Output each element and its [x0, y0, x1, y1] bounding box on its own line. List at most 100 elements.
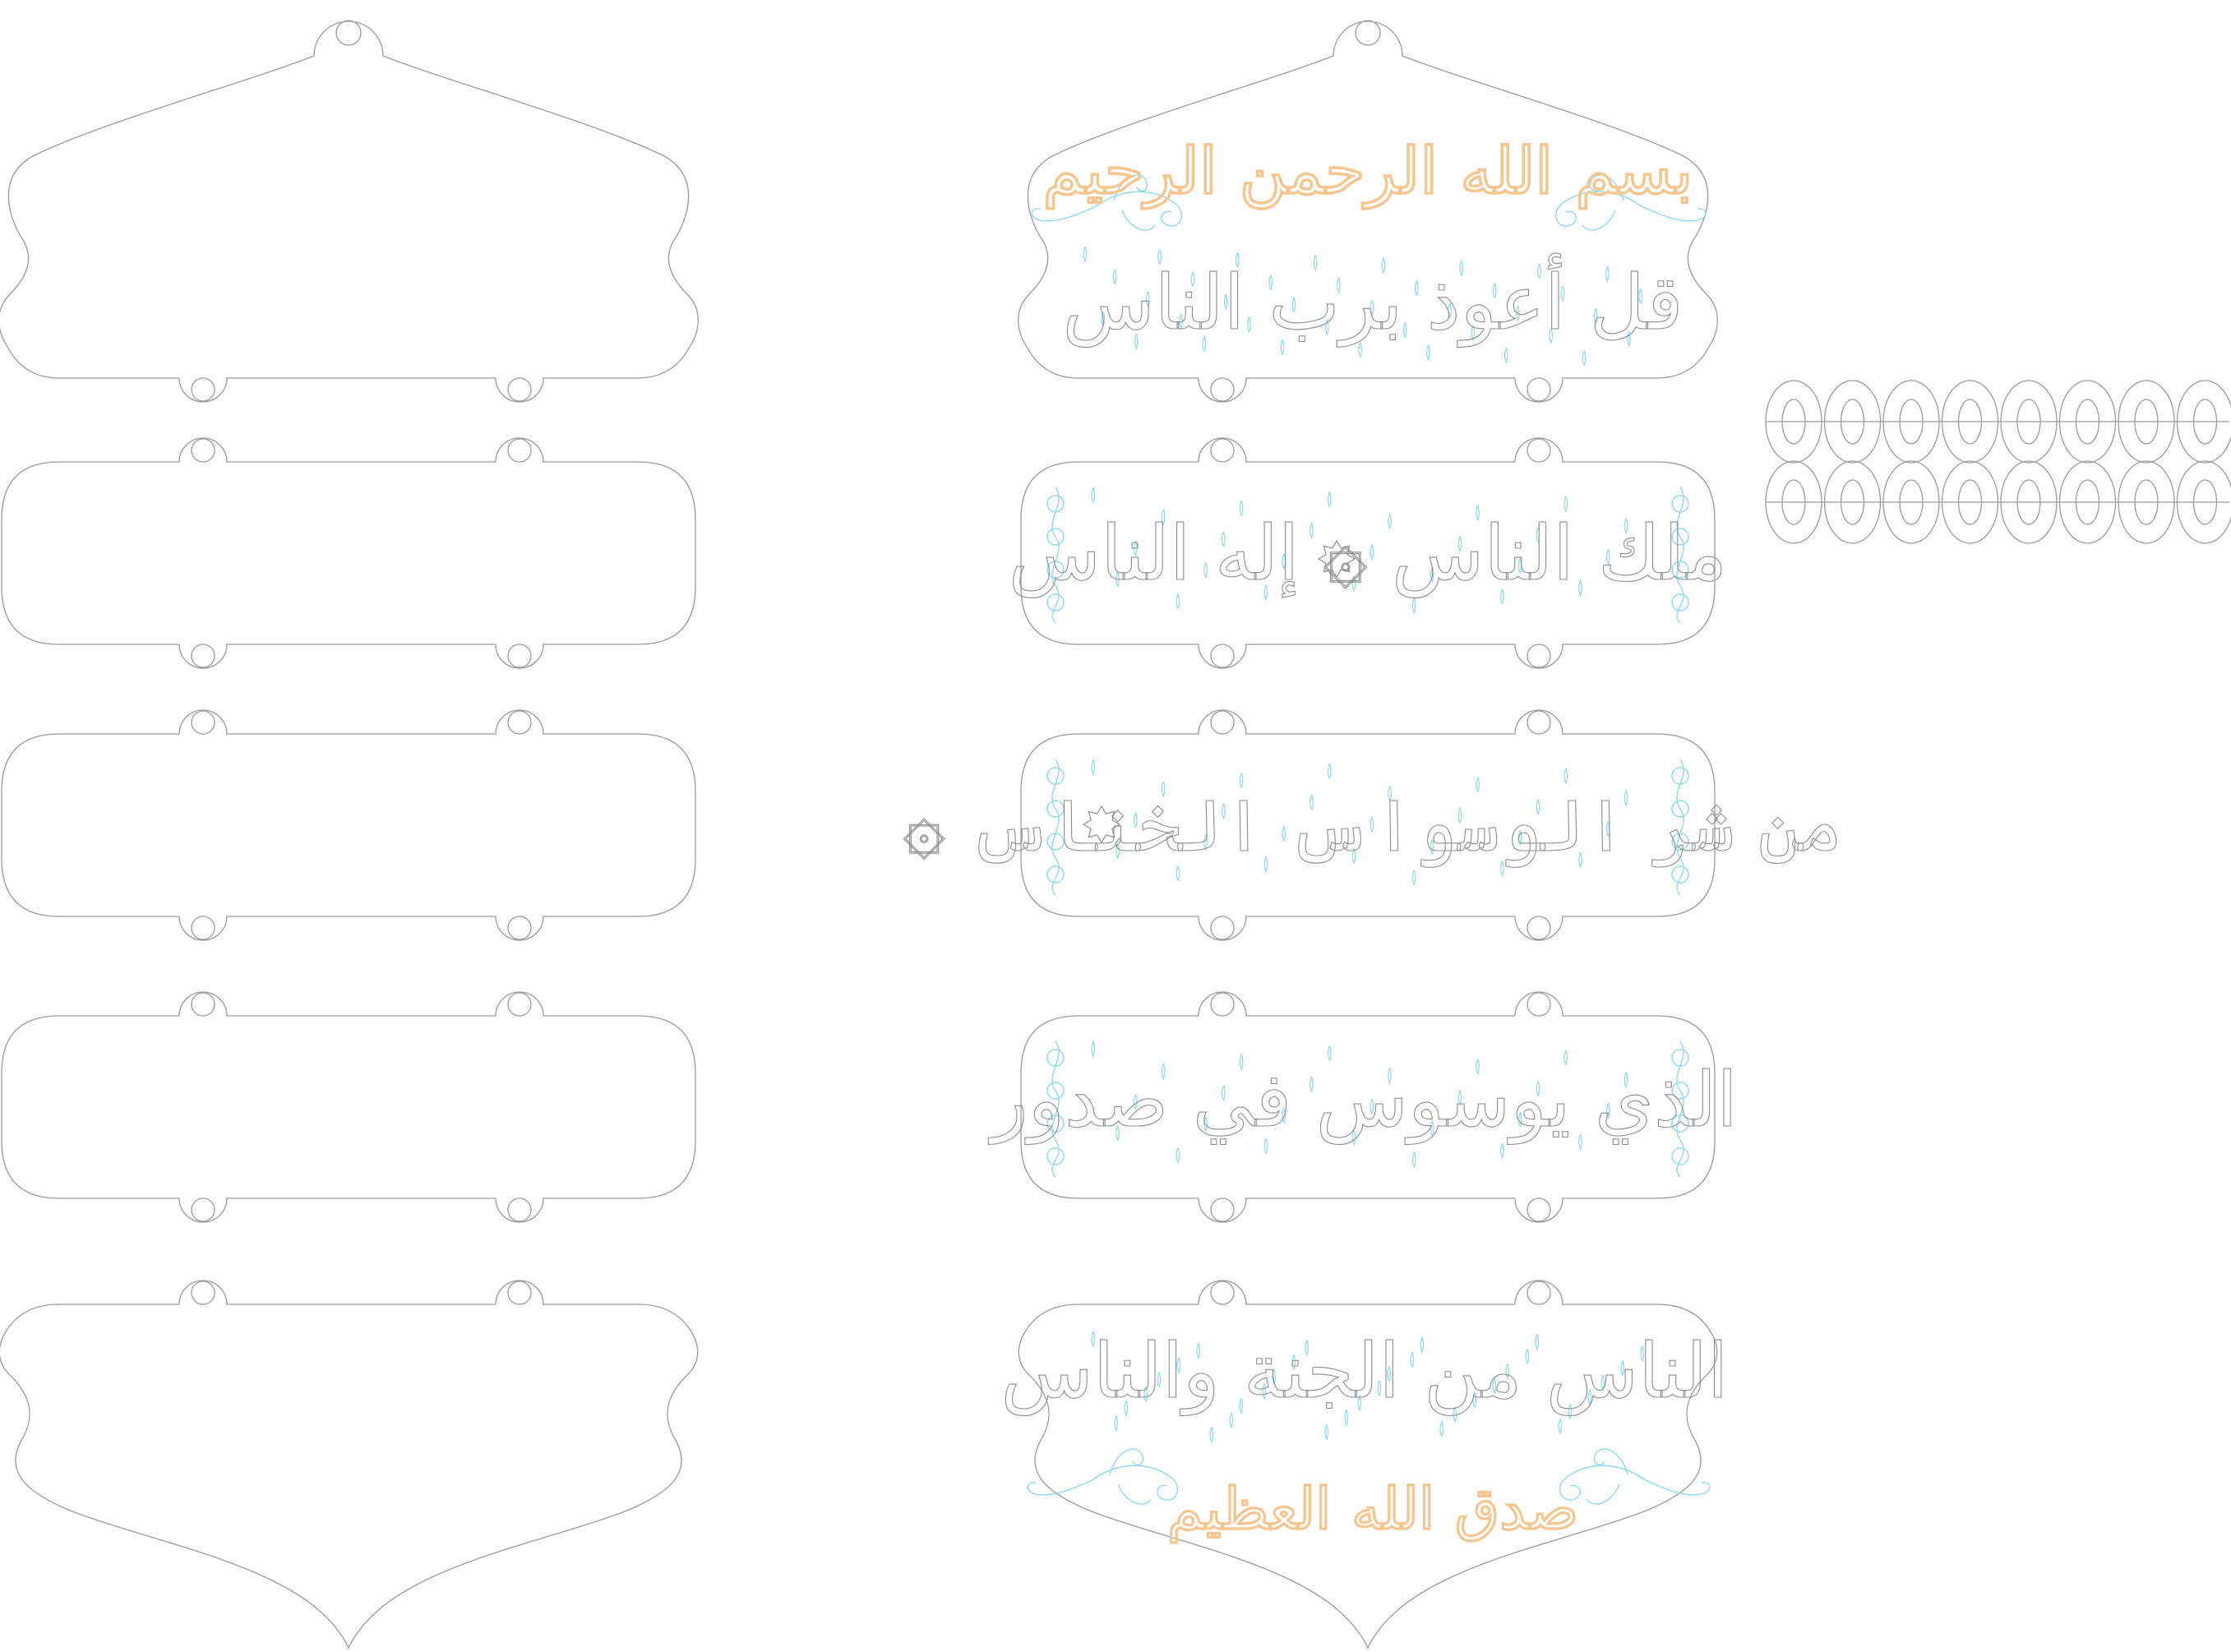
drip-mark — [1582, 351, 1586, 366]
hanging-tab — [1199, 710, 1246, 734]
hanging-hole — [1211, 1198, 1234, 1221]
scroll-vine — [1587, 1484, 1619, 1504]
border-rosette — [1672, 1148, 1688, 1165]
hanging-tab — [179, 710, 227, 734]
scroll-curl — [1093, 1465, 1177, 1500]
hanging-hole — [508, 1281, 531, 1304]
hanging-tab — [1515, 1281, 1563, 1304]
top-hanging-eye — [314, 21, 383, 56]
hanging-hole — [1211, 916, 1234, 939]
footer-sadaqa-text: صدق الله العظيم — [1167, 1474, 1578, 1544]
panel-middle-outline-1 — [2, 462, 695, 644]
drip-mark — [1559, 1419, 1562, 1433]
hanging-hole — [192, 644, 215, 667]
scroll-tail — [1028, 1479, 1093, 1495]
hanging-tab — [496, 644, 543, 668]
engraved-panel-set: بسم الله الرحمن الرحيم قل أعوذ برب الناس م… — [903, 21, 1842, 1648]
hanging-hole — [508, 644, 531, 667]
panel-bottom-outline — [0, 1304, 698, 1648]
drip-mark — [1413, 870, 1416, 885]
hanging-hole — [1211, 378, 1234, 401]
drip-mark — [1115, 1415, 1118, 1430]
hanging-hole — [192, 916, 215, 939]
hanging-hole — [508, 993, 531, 1016]
hanging-tab — [179, 1281, 227, 1304]
hanging-hole — [1211, 644, 1234, 667]
hanging-tab — [496, 710, 543, 734]
hanging-tab — [1515, 916, 1563, 940]
hanging-tab — [496, 1198, 543, 1222]
panel-top-outline — [0, 56, 698, 378]
top-hanging-hole — [1356, 21, 1380, 45]
border-rosette — [1047, 1148, 1064, 1165]
hanging-tab — [1515, 378, 1563, 402]
verse-3-text: من شر الوسواس الخناس ۞ — [903, 783, 1842, 868]
hanging-tab — [179, 992, 227, 1016]
scroll-vine — [1122, 210, 1155, 230]
verse-1-text: قل أعوذ برب الناس — [1062, 252, 1683, 348]
hanging-hole — [192, 1198, 215, 1221]
cut-layout-canvas: بسم الله الرحمن الرحيم قل أعوذ برب الناس م… — [0, 0, 2231, 1649]
hanging-hole — [1211, 1281, 1234, 1304]
hanging-hole — [508, 916, 531, 939]
border-rosette — [1672, 866, 1688, 883]
drip-mark — [1564, 768, 1568, 783]
drip-mark — [1504, 348, 1508, 362]
drip-mark — [1427, 345, 1430, 360]
drip-mark — [1325, 1424, 1328, 1439]
hanging-hole — [192, 993, 215, 1016]
drip-mark — [1210, 1427, 1213, 1442]
hanging-tab — [496, 378, 543, 402]
verse-4-text: الذي يوسوس في صدور — [988, 1056, 1738, 1145]
drip-mark — [1092, 1041, 1095, 1056]
hanging-tab — [1515, 992, 1563, 1016]
hanging-hole — [508, 378, 531, 401]
hanging-tab — [179, 644, 227, 668]
hanging-tab — [1199, 1198, 1246, 1222]
hanging-hole — [1527, 711, 1550, 734]
drip-mark — [1413, 1152, 1416, 1167]
header-basmala-text: بسم الله الرحمن الرحيم — [1042, 134, 1693, 210]
bottom-scroll-right — [1560, 1449, 1710, 1504]
hanging-tab — [1515, 710, 1563, 734]
hanging-hole — [508, 439, 531, 462]
hanging-hole — [1211, 993, 1234, 1016]
hanging-tab — [496, 1281, 543, 1304]
scroll-leaf — [1594, 1449, 1628, 1474]
hanging-tab — [179, 1198, 227, 1222]
hanging-tab — [1199, 916, 1246, 940]
bottom-scroll-left — [1028, 1449, 1177, 1504]
hanging-tab — [496, 438, 543, 462]
drip-mark — [1328, 491, 1331, 506]
hanging-tab — [179, 438, 227, 462]
hanging-hole — [192, 1281, 215, 1304]
scroll-vine — [1582, 210, 1615, 230]
hanging-hole — [1527, 378, 1550, 401]
top-hanging-eye — [1333, 21, 1402, 56]
hanging-tab — [1199, 378, 1246, 402]
hanging-tab — [1199, 1281, 1246, 1304]
hanging-hole — [1527, 916, 1550, 939]
drip-mark — [1413, 598, 1416, 613]
drip-mark — [1092, 487, 1095, 502]
hanging-hole — [508, 711, 531, 734]
hanging-tab — [179, 378, 227, 402]
hanging-hole — [1527, 1281, 1550, 1304]
hanging-tab — [1199, 644, 1246, 668]
panel-middle-outline-3 — [2, 1016, 695, 1198]
verse-5-text: الناس من الجنة والناس — [1001, 1327, 1729, 1416]
scroll-tail — [1644, 1479, 1710, 1495]
hanging-tab — [1199, 438, 1246, 462]
hanging-hole — [192, 378, 215, 401]
hanging-hole — [1527, 644, 1550, 667]
panel-middle-outline-2 — [2, 734, 695, 916]
hanging-tab — [1199, 992, 1246, 1016]
hanging-hole — [1527, 1198, 1550, 1221]
border-rosette — [1047, 768, 1064, 784]
hanging-tab — [496, 992, 543, 1016]
hanging-hole — [1527, 993, 1550, 1016]
hanging-tab — [496, 916, 543, 940]
hanging-hole — [508, 1198, 531, 1221]
top-hanging-hole — [336, 21, 361, 45]
hanging-tab — [1515, 1198, 1563, 1222]
